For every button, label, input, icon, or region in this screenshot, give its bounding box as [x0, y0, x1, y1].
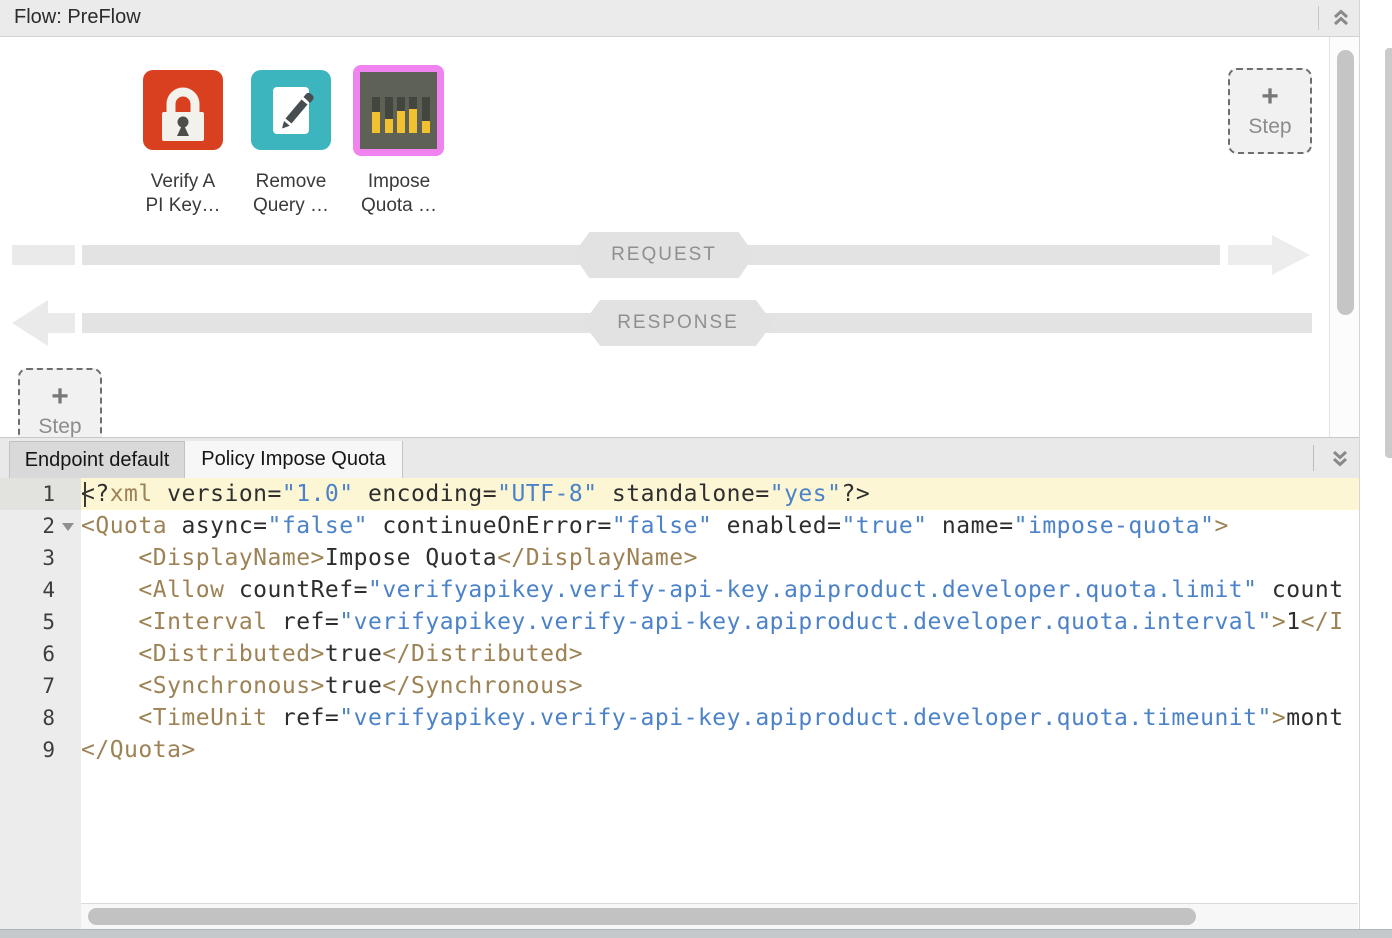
request-lane-badge: REQUEST: [573, 232, 755, 278]
policy-step-remove-query[interactable]: [251, 70, 331, 150]
pencil-icon: [251, 137, 331, 154]
line-number: 9: [0, 734, 55, 766]
lock-icon: [143, 137, 223, 154]
code-text: <?xml version="1.0" encoding="UTF-8" sta…: [81, 478, 1359, 510]
tab-endpoint-default[interactable]: Endpoint default: [9, 441, 185, 478]
editor-tab-bar: Endpoint default Policy Impose Quota: [0, 437, 1359, 478]
request-arrow-body: [1228, 245, 1273, 265]
code-text: <Allow countRef="verifyapikey.verify-api…: [81, 574, 1359, 606]
code-line[interactable]: 7 <Synchronous>true</Synchronous>: [0, 670, 1359, 702]
flow-title-bar: Flow: PreFlow: [0, 0, 1359, 37]
response-lane-badge: RESPONSE: [583, 300, 773, 346]
request-flow-segment: [12, 245, 75, 265]
code-text: <Synchronous>true</Synchronous>: [81, 670, 1359, 702]
collapse-flow-panel-button[interactable]: [1328, 5, 1354, 31]
add-step-button-response[interactable]: + Step: [18, 368, 102, 437]
policy-label-remove-query: Remove Query …: [229, 170, 353, 218]
code-text: <TimeUnit ref="verifyapikey.verify-api-k…: [81, 702, 1359, 734]
code-text: <Distributed>true</Distributed>: [81, 638, 1359, 670]
code-line[interactable]: 1 <?xml version="1.0" encoding="UTF-8" st…: [0, 478, 1359, 510]
response-flow-segment: [48, 313, 75, 333]
line-number: 7: [0, 670, 55, 702]
code-line[interactable]: 8 <TimeUnit ref="verifyapikey.verify-api…: [0, 702, 1359, 734]
policy-label-verify-api-key: Verify A PI Key…: [121, 170, 245, 218]
flow-title: Flow: PreFlow: [14, 6, 141, 29]
plus-icon: +: [1230, 80, 1310, 114]
code-line[interactable]: 9 </Quota>: [0, 734, 1359, 766]
line-number: 8: [0, 702, 55, 734]
quota-bars-icon: [360, 72, 437, 149]
tab-policy-impose-quota[interactable]: Policy Impose Quota: [185, 441, 403, 478]
code-line[interactable]: 6 <Distributed>true</Distributed>: [0, 638, 1359, 670]
title-bar-divider: [1318, 6, 1319, 30]
code-text: </Quota>: [81, 734, 1359, 766]
window-bottom-edge: [0, 929, 1392, 938]
editor-horizontal-scrollbar[interactable]: [81, 903, 1358, 929]
request-arrow-right-icon: [1272, 235, 1310, 275]
line-number: 2: [0, 510, 55, 542]
line-number: 4: [0, 574, 55, 606]
code-line[interactable]: 5 <Interval ref="verifyapikey.verify-api…: [0, 606, 1359, 638]
policy-step-impose-quota-selected[interactable]: [353, 65, 444, 156]
add-step-button-request[interactable]: + Step: [1228, 68, 1312, 154]
line-number: 3: [0, 542, 55, 574]
chevrons-up-icon: [1328, 5, 1354, 31]
code-text: <Quota async="false" continueOnError="fa…: [81, 510, 1359, 542]
code-text: <Interval ref="verifyapikey.verify-api-k…: [81, 606, 1359, 638]
tab-bar-divider: [1313, 445, 1314, 471]
line-number: 6: [0, 638, 55, 670]
code-line[interactable]: 2 <Quota async="false" continueOnError="f…: [0, 510, 1359, 542]
fold-toggle-icon[interactable]: [62, 523, 74, 531]
line-number: 1: [0, 478, 55, 510]
response-arrow-left-icon: [12, 300, 48, 346]
scrollbar-thumb[interactable]: [1337, 50, 1354, 315]
page-vertical-scrollbar[interactable]: [1385, 48, 1392, 458]
code-editor[interactable]: 1 <?xml version="1.0" encoding="UTF-8" st…: [0, 478, 1359, 929]
policy-label-impose-quota: Impose Quota …: [337, 170, 461, 218]
scrollbar-thumb[interactable]: [88, 908, 1196, 925]
code-line[interactable]: 3 <DisplayName>Impose Quota</DisplayName…: [0, 542, 1359, 574]
flow-vertical-scrollbar[interactable]: [1329, 37, 1359, 437]
app-window: Flow: PreFlow: [0, 0, 1360, 929]
line-number: 5: [0, 606, 55, 638]
collapse-editor-button[interactable]: [1327, 445, 1353, 471]
policy-step-verify-api-key[interactable]: [143, 70, 223, 150]
text-caret: [84, 482, 86, 507]
flow-designer-canvas: Verify A PI Key… Remove Query … Impose Q…: [0, 37, 1359, 437]
plus-icon: +: [20, 380, 100, 414]
code-text: <DisplayName>Impose Quota</DisplayName>: [81, 542, 1359, 574]
code-line[interactable]: 4 <Allow countRef="verifyapikey.verify-a…: [0, 574, 1359, 606]
chevrons-down-icon: [1327, 445, 1353, 471]
